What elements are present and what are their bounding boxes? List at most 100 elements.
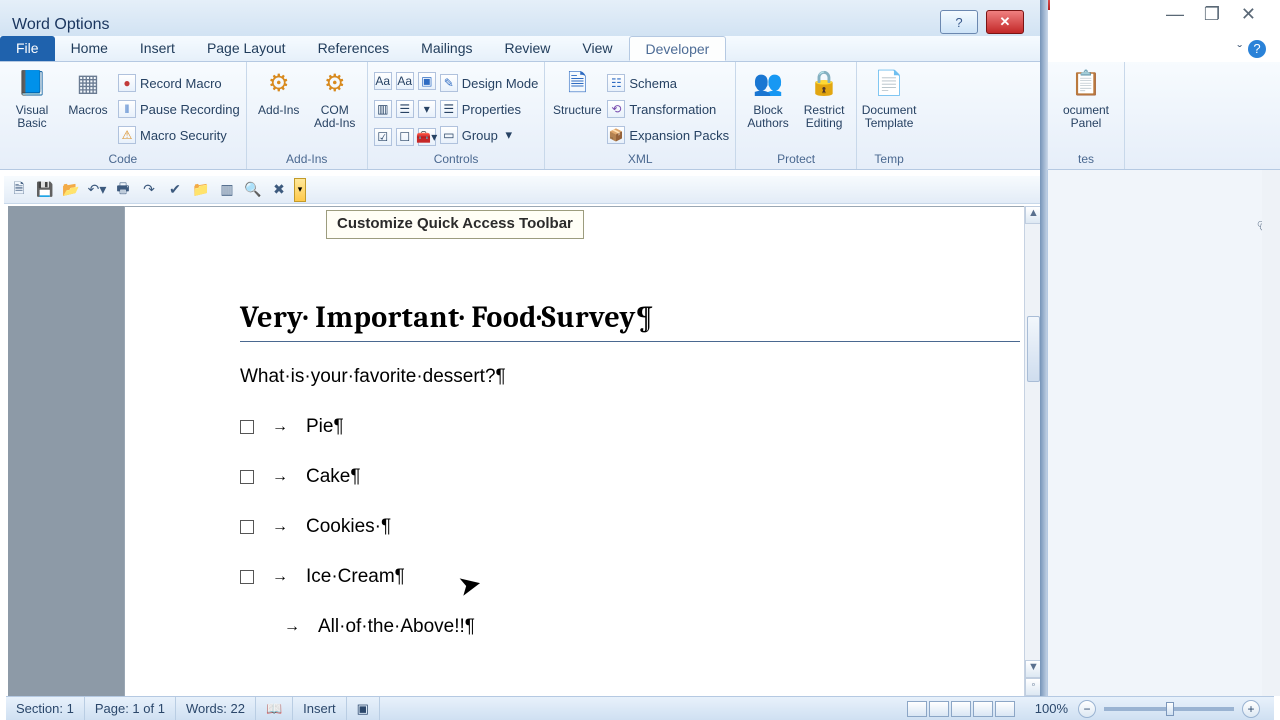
status-section[interactable]: Section: 1	[6, 697, 85, 720]
macro-security-button[interactable]: ⚠ Macro Security	[118, 122, 240, 148]
checkbox-icon[interactable]	[240, 570, 254, 584]
dialog-close-button[interactable]: ✕	[986, 10, 1024, 34]
status-page[interactable]: Page: 1 of 1	[85, 697, 176, 720]
tab-developer[interactable]: Developer	[629, 36, 727, 61]
view-print-layout-icon[interactable]	[907, 701, 927, 717]
status-macro-icon[interactable]: ▣	[347, 697, 380, 720]
ribbon-group-templates-extra: 📋 ocument Panel tes	[1047, 62, 1125, 169]
group-label: Group	[462, 128, 498, 143]
properties-icon: ☰	[440, 100, 458, 118]
date-picker-control-icon[interactable]: ☑	[374, 128, 392, 146]
combo-box-control-icon[interactable]: ☰	[396, 100, 414, 118]
zoom-in-button[interactable]: +	[1242, 700, 1260, 718]
zoom-slider[interactable]	[1104, 707, 1234, 711]
com-addins-button[interactable]: ⚙ COM Add-Ins	[309, 66, 361, 152]
schema-button[interactable]: ☷ Schema	[607, 70, 729, 96]
structure-button[interactable]: 🗎 Structure	[551, 66, 603, 152]
tab-home[interactable]: Home	[55, 36, 124, 61]
qat-customize-dropdown[interactable]: ▾	[294, 178, 306, 202]
qat-open-icon[interactable]: 📂	[60, 179, 82, 201]
tab-references[interactable]: References	[302, 36, 406, 61]
restrict-editing-button[interactable]: 🔒 Restrict Editing	[798, 66, 850, 152]
app-close-icon[interactable]: ✕	[1241, 4, 1256, 25]
record-icon: ●	[118, 74, 136, 92]
ribbon-minimize-icon[interactable]: ˇ	[1237, 42, 1242, 58]
expansion-packs-button[interactable]: 📦 Expansion Packs	[607, 122, 729, 148]
status-insert-mode[interactable]: Insert	[293, 697, 347, 720]
zoom-level[interactable]: 100%	[1025, 697, 1078, 720]
list-item: → Cookies·¶	[240, 516, 1030, 538]
group-button[interactable]: ▭ Group ▾	[440, 122, 539, 148]
qat-delete-icon[interactable]: ✖	[268, 179, 290, 201]
app-help-icon[interactable]: ?	[1248, 40, 1266, 58]
design-mode-label: Design Mode	[462, 76, 539, 91]
checkbox-icon[interactable]	[240, 420, 254, 434]
dropdown-list-control-icon[interactable]: ▾	[418, 100, 436, 118]
macros-button[interactable]: ▦ Macros	[62, 66, 114, 152]
rich-text-control-icon[interactable]: Aa	[374, 72, 392, 90]
app-restore-icon[interactable]: ❐	[1204, 4, 1220, 25]
view-draft-icon[interactable]	[995, 701, 1015, 717]
pause-icon: ‖	[118, 100, 136, 118]
qat-spelling-icon[interactable]: ✔	[164, 179, 186, 201]
tab-page-layout[interactable]: Page Layout	[191, 36, 302, 61]
schema-icon: ☷	[607, 74, 625, 92]
transformation-button[interactable]: ⟲ Transformation	[607, 96, 729, 122]
view-full-screen-icon[interactable]	[929, 701, 949, 717]
qat-folder-icon[interactable]: 📁	[190, 179, 212, 201]
picture-control-icon[interactable]: ▣	[418, 72, 436, 90]
expansion-packs-label: Expansion Packs	[629, 128, 729, 143]
qat-preview-icon[interactable]: 🔍	[242, 179, 264, 201]
document-template-label: Document Template	[862, 104, 917, 130]
record-macro-label: Record Macro	[140, 76, 222, 91]
status-proofing-icon[interactable]: 📖	[256, 697, 293, 720]
ribbon-group-xml: 🗎 Structure ☷ Schema ⟲ Transformation 📦 …	[545, 62, 736, 169]
properties-button[interactable]: ☰ Properties	[440, 96, 539, 122]
checkbox-control-icon[interactable]: ☐	[396, 128, 414, 146]
panel-scrollbar[interactable]	[1262, 170, 1280, 696]
status-words[interactable]: Words: 22	[176, 697, 256, 720]
legacy-tools-icon[interactable]: 🧰▾	[418, 128, 436, 146]
qat-new-icon[interactable]: 🗎	[8, 179, 30, 201]
com-addins-icon: ⚙	[317, 66, 353, 102]
plain-text-control-icon[interactable]: Aa	[396, 72, 414, 90]
checkbox-icon[interactable]	[240, 470, 254, 484]
design-mode-button[interactable]: ✎ Design Mode	[440, 70, 539, 96]
document-panel-button[interactable]: 📋 ocument Panel	[1054, 66, 1118, 152]
transformation-label: Transformation	[629, 102, 716, 117]
document-template-button[interactable]: 📄 Document Template	[863, 66, 915, 152]
building-block-control-icon[interactable]: ▥	[374, 100, 392, 118]
qat-form-icon[interactable]: ▥	[216, 179, 238, 201]
visual-basic-label: Visual Basic	[6, 104, 58, 130]
pause-recording-label: Pause Recording	[140, 102, 240, 117]
qat-save-icon[interactable]: 💾	[34, 179, 56, 201]
qat-redo-icon[interactable]: ↷	[138, 179, 160, 201]
pause-recording-button[interactable]: ‖ Pause Recording	[118, 96, 240, 122]
app-minimize-icon[interactable]: —	[1166, 4, 1184, 25]
dialog-help-button[interactable]: ?	[940, 10, 978, 34]
tab-review[interactable]: Review	[489, 36, 567, 61]
addins-button[interactable]: ⚙ Add-Ins	[253, 66, 305, 152]
ribbon-group-templates: 📄 Document Template Temp	[857, 62, 921, 169]
list-item-text: Ice·Cream¶	[306, 566, 405, 588]
tab-arrow-icon: →	[272, 468, 288, 486]
scroll-thumb[interactable]	[1027, 316, 1040, 382]
tab-mailings[interactable]: Mailings	[405, 36, 488, 61]
list-item-text: All·of·the·Above!!¶	[318, 616, 475, 638]
view-outline-icon[interactable]	[973, 701, 993, 717]
checkbox-icon[interactable]	[240, 520, 254, 534]
record-macro-button[interactable]: ● Record Macro	[118, 70, 240, 96]
visual-basic-button[interactable]: 📘 Visual Basic	[6, 66, 58, 152]
group-label-xml: XML	[551, 152, 729, 169]
qat-undo-icon[interactable]: ↶▾	[86, 179, 108, 201]
zoom-out-button[interactable]: −	[1078, 700, 1096, 718]
block-authors-button[interactable]: 👥 Block Authors	[742, 66, 794, 152]
tab-view[interactable]: View	[566, 36, 628, 61]
restrict-editing-label: Restrict Editing	[798, 104, 850, 130]
view-web-layout-icon[interactable]	[951, 701, 971, 717]
tab-file[interactable]: File	[0, 36, 55, 61]
zoom-slider-thumb[interactable]	[1166, 702, 1174, 716]
tab-insert[interactable]: Insert	[124, 36, 191, 61]
list-item-text: Pie¶	[306, 416, 344, 438]
qat-quickprint-icon[interactable]: 🖶	[112, 179, 134, 201]
